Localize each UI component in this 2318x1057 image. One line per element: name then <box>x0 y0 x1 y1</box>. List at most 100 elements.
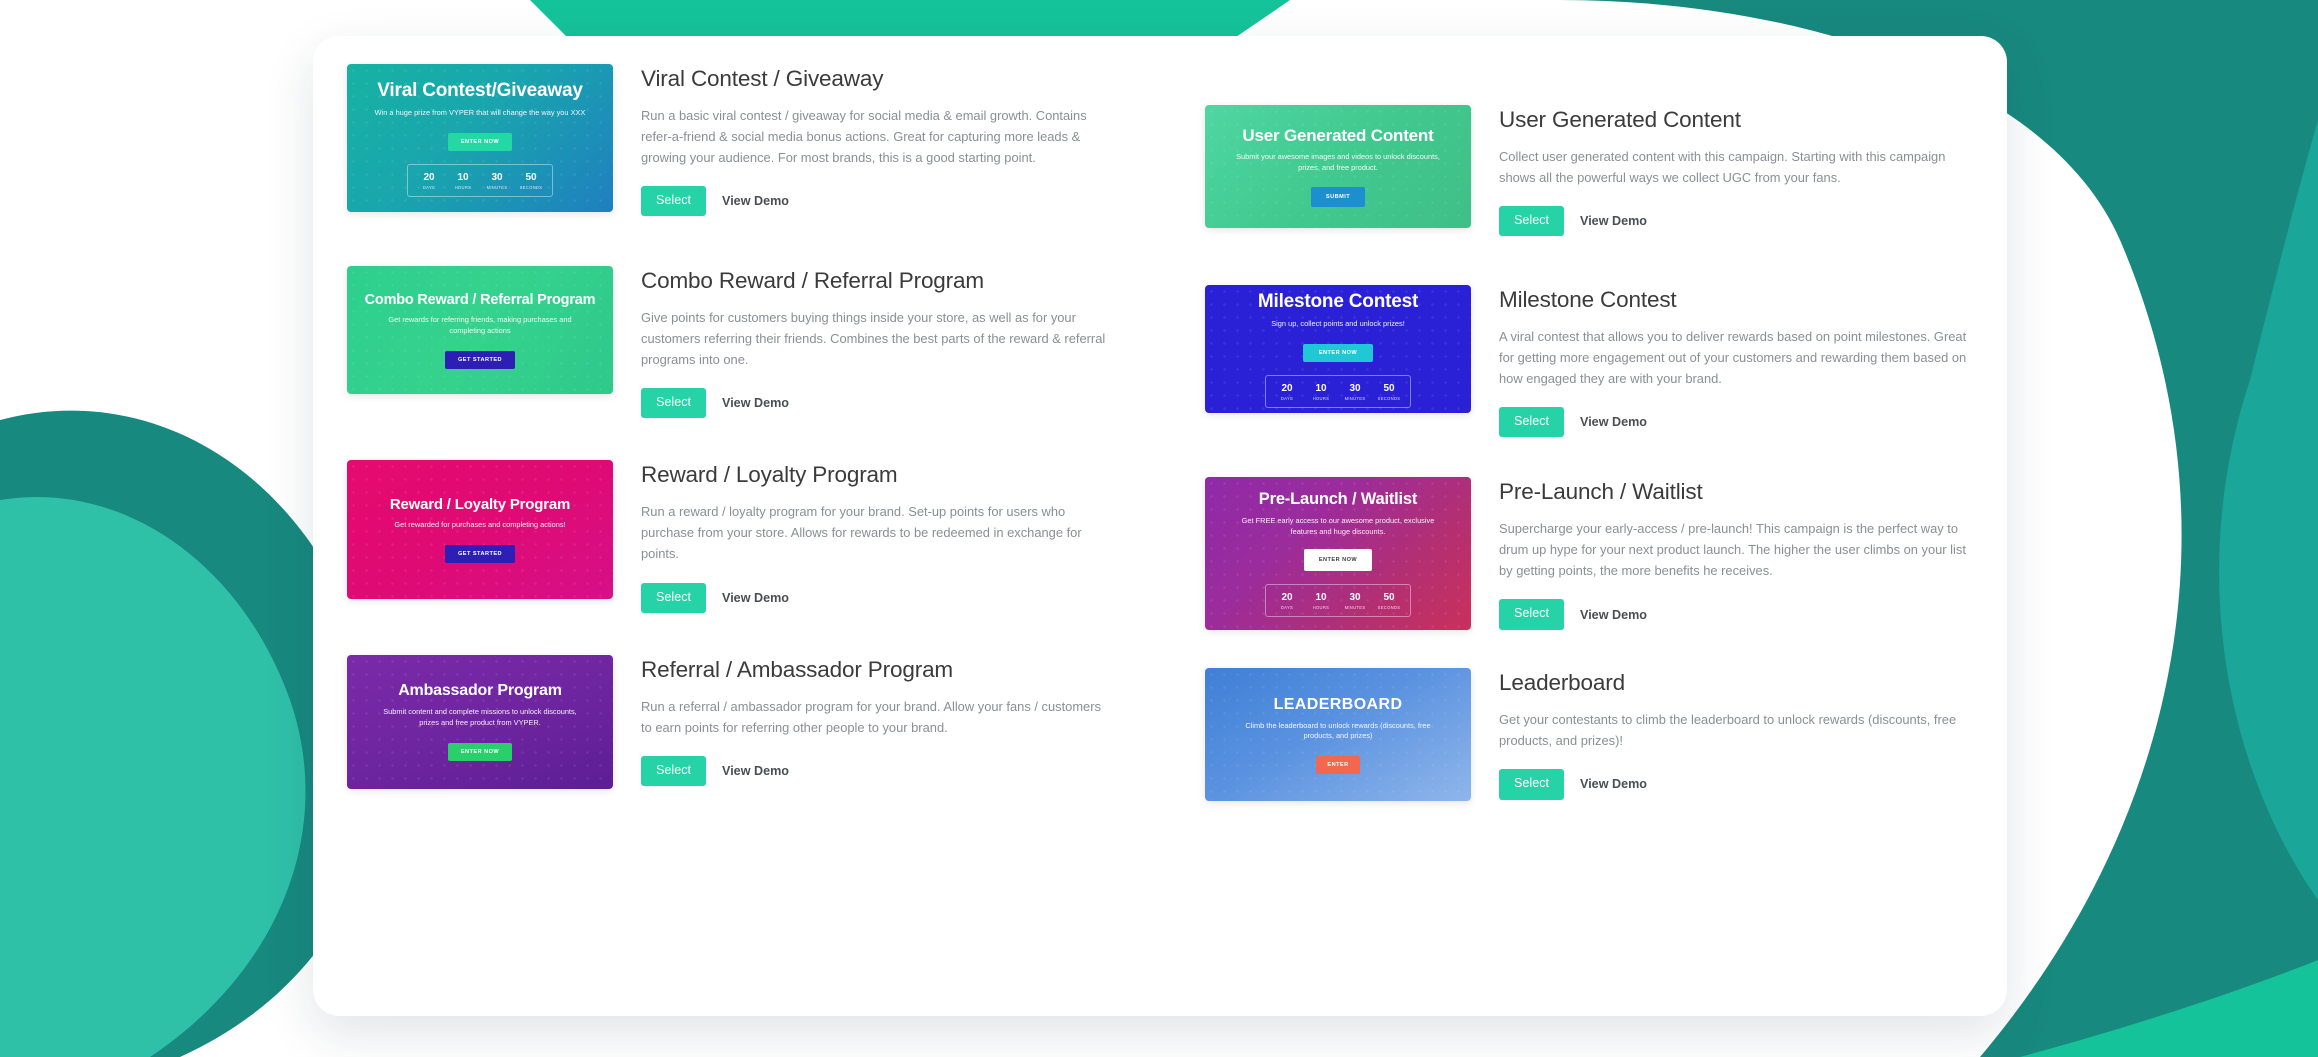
template-thumbnail-combo-reward[interactable]: Combo Reward / Referral Program Get rewa… <box>347 266 613 395</box>
template-title: Combo Reward / Referral Program <box>641 268 984 294</box>
timer-unit-minutes: 30 MINUTES <box>1338 383 1372 401</box>
timer-days-label: DAYS <box>1280 605 1294 611</box>
select-button[interactable]: Select <box>1499 769 1565 800</box>
timer-hours-value: 10 <box>1315 592 1327 604</box>
template-title: User Generated Content <box>1499 107 1741 132</box>
view-demo-link[interactable]: View Demo <box>722 591 789 605</box>
timer-unit-hours: 10 HOURS <box>1304 592 1338 610</box>
view-demo-link[interactable]: View Demo <box>1580 608 1647 622</box>
template-thumbnail-ambassador[interactable]: Ambassador Program Submit content and co… <box>347 654 613 789</box>
thumbnail-title: LEADERBOARD <box>1273 695 1403 713</box>
template-body: User Generated Content Collect user gene… <box>1471 105 1973 237</box>
template-actions: Select View Demo <box>1499 407 1973 438</box>
template-card-viral-contest[interactable]: Viral Contest/Giveaway Win a huge prize … <box>347 64 1115 217</box>
thumbnail-subtitle: Submit content and complete missions to … <box>383 707 577 728</box>
select-button[interactable]: Select <box>641 582 707 613</box>
view-demo-link[interactable]: View Demo <box>1580 415 1647 429</box>
template-title: Milestone Contest <box>1499 287 1677 313</box>
thumbnail-title: Ambassador Program <box>398 682 562 700</box>
template-thumbnail-milestone-contest[interactable]: Milestone Contest Sign up, collect point… <box>1205 285 1471 414</box>
timer-days-label: DAYS <box>1280 395 1294 401</box>
thumbnail-cta-button: ENTER NOW <box>447 132 513 151</box>
template-card-leaderboard[interactable]: LEADERBOARD Climb the leaderboard to unl… <box>1205 668 1973 802</box>
template-thumbnail-viral-contest[interactable]: Viral Contest/Giveaway Win a huge prize … <box>347 64 613 212</box>
thumbnail-subtitle: Submit your awesome images and videos to… <box>1236 152 1440 173</box>
timer-unit-minutes: 30 MINUTES <box>480 172 514 190</box>
select-button[interactable]: Select <box>1499 407 1565 438</box>
timer-unit-days: 20 DAYS <box>1270 383 1304 401</box>
template-thumbnail-pre-launch[interactable]: Pre-Launch / Waitlist Get FREE early acc… <box>1205 477 1471 631</box>
timer-seconds-value: 50 <box>1383 382 1395 394</box>
thumbnail-subtitle: Sign up, collect points and unlock prize… <box>1271 318 1405 328</box>
template-column-left: Viral Contest/Giveaway Win a huge prize … <box>347 58 1115 801</box>
template-card-pre-launch-waitlist[interactable]: Pre-Launch / Waitlist Get FREE early acc… <box>1205 477 1973 631</box>
thumbnail-cta-button: GET STARTED <box>444 350 515 369</box>
template-thumbnail-reward-loyalty[interactable]: Reward / Loyalty Program Get rewarded fo… <box>347 460 613 600</box>
template-description: Run a reward / loyalty program for your … <box>641 504 1082 562</box>
template-description: Get your contestants to climb the leader… <box>1499 712 1957 749</box>
thumbnail-subtitle: Get rewards for referring friends, makin… <box>388 315 572 335</box>
timer-unit-hours: 10 HOURS <box>1304 383 1338 401</box>
timer-seconds-value: 50 <box>1383 592 1395 604</box>
template-card-user-generated-content[interactable]: User Generated Content Submit your aweso… <box>1205 105 1973 237</box>
thumbnail-title: User Generated Content <box>1242 126 1434 146</box>
template-actions: Select View Demo <box>641 388 1115 419</box>
template-description: Collect user generated content with this… <box>1499 149 1946 186</box>
template-thumbnail-leaderboard[interactable]: LEADERBOARD Climb the leaderboard to unl… <box>1205 668 1471 802</box>
template-description: A viral contest that allows you to deliv… <box>1499 329 1967 387</box>
template-actions: Select View Demo <box>1499 769 1973 800</box>
template-body: Leaderboard Get your contestants to clim… <box>1471 668 1973 800</box>
timer-days-value: 20 <box>423 171 435 183</box>
template-gallery-panel: Viral Contest/Giveaway Win a huge prize … <box>313 36 2007 1016</box>
timer-unit-days: 20 DAYS <box>412 172 446 190</box>
template-body: Combo Reward / Referral Program Give poi… <box>613 266 1115 419</box>
timer-seconds-label: SECONDS <box>1377 395 1401 401</box>
template-card-combo-reward[interactable]: Combo Reward / Referral Program Get rewa… <box>347 266 1115 419</box>
thumbnail-title: Pre-Launch / Waitlist <box>1258 490 1418 509</box>
template-actions: Select View Demo <box>641 582 1115 613</box>
view-demo-link[interactable]: View Demo <box>722 396 789 410</box>
select-button[interactable]: Select <box>641 755 707 786</box>
countdown-timer: 20 DAYS 10 HOURS 30 MINUTES 50 SECONDS <box>407 163 553 197</box>
view-demo-link[interactable]: View Demo <box>722 194 789 208</box>
timer-days-label: DAYS <box>422 184 436 190</box>
timer-hours-label: HOURS <box>454 184 472 190</box>
template-actions: Select View Demo <box>641 186 1115 217</box>
template-description: Give points for customers buying things … <box>641 310 1106 368</box>
timer-hours-label: HOURS <box>1312 395 1330 401</box>
template-body: Milestone Contest A viral contest that a… <box>1471 285 1973 438</box>
view-demo-link[interactable]: View Demo <box>1580 777 1647 791</box>
template-card-reward-loyalty[interactable]: Reward / Loyalty Program Get rewarded fo… <box>347 460 1115 613</box>
timer-unit-hours: 10 HOURS <box>446 172 480 190</box>
template-column-right: User Generated Content Submit your aweso… <box>1205 58 1973 802</box>
timer-minutes-value: 30 <box>491 171 503 183</box>
view-demo-link[interactable]: View Demo <box>722 764 789 778</box>
select-button[interactable]: Select <box>1499 599 1565 630</box>
timer-hours-value: 10 <box>1315 382 1327 394</box>
view-demo-link[interactable]: View Demo <box>1580 214 1647 228</box>
thumbnail-cta-button: ENTER NOW <box>447 742 513 761</box>
template-card-milestone-contest[interactable]: Milestone Contest Sign up, collect point… <box>1205 285 1973 438</box>
thumbnail-subtitle: Get rewarded for purchases and completin… <box>394 520 566 530</box>
timer-unit-days: 20 DAYS <box>1270 592 1304 610</box>
template-thumbnail-ugc[interactable]: User Generated Content Submit your aweso… <box>1205 105 1471 228</box>
template-card-referral-ambassador[interactable]: Ambassador Program Submit content and co… <box>347 654 1115 789</box>
template-description: Run a basic viral contest / giveaway for… <box>641 108 1087 166</box>
template-title: Pre-Launch / Waitlist <box>1499 479 1703 505</box>
thumbnail-cta-button: ENTER NOW <box>1303 549 1373 572</box>
timer-unit-seconds: 50 SECONDS <box>1372 592 1406 610</box>
template-title: Reward / Loyalty Program <box>641 462 898 488</box>
select-button[interactable]: Select <box>641 388 707 419</box>
select-button[interactable]: Select <box>641 186 707 217</box>
template-actions: Select View Demo <box>1499 599 1973 630</box>
template-body: Referral / Ambassador Program Run a refe… <box>613 655 1115 786</box>
template-actions: Select View Demo <box>1499 206 1973 237</box>
timer-minutes-label: MINUTES <box>1344 395 1366 401</box>
template-grid: Viral Contest/Giveaway Win a huge prize … <box>347 58 1973 802</box>
timer-minutes-value: 30 <box>1349 592 1361 604</box>
template-title: Referral / Ambassador Program <box>641 656 954 682</box>
timer-minutes-label: MINUTES <box>1344 605 1366 611</box>
select-button[interactable]: Select <box>1499 206 1565 237</box>
timer-hours-value: 10 <box>457 171 469 183</box>
timer-hours-label: HOURS <box>1312 605 1330 611</box>
